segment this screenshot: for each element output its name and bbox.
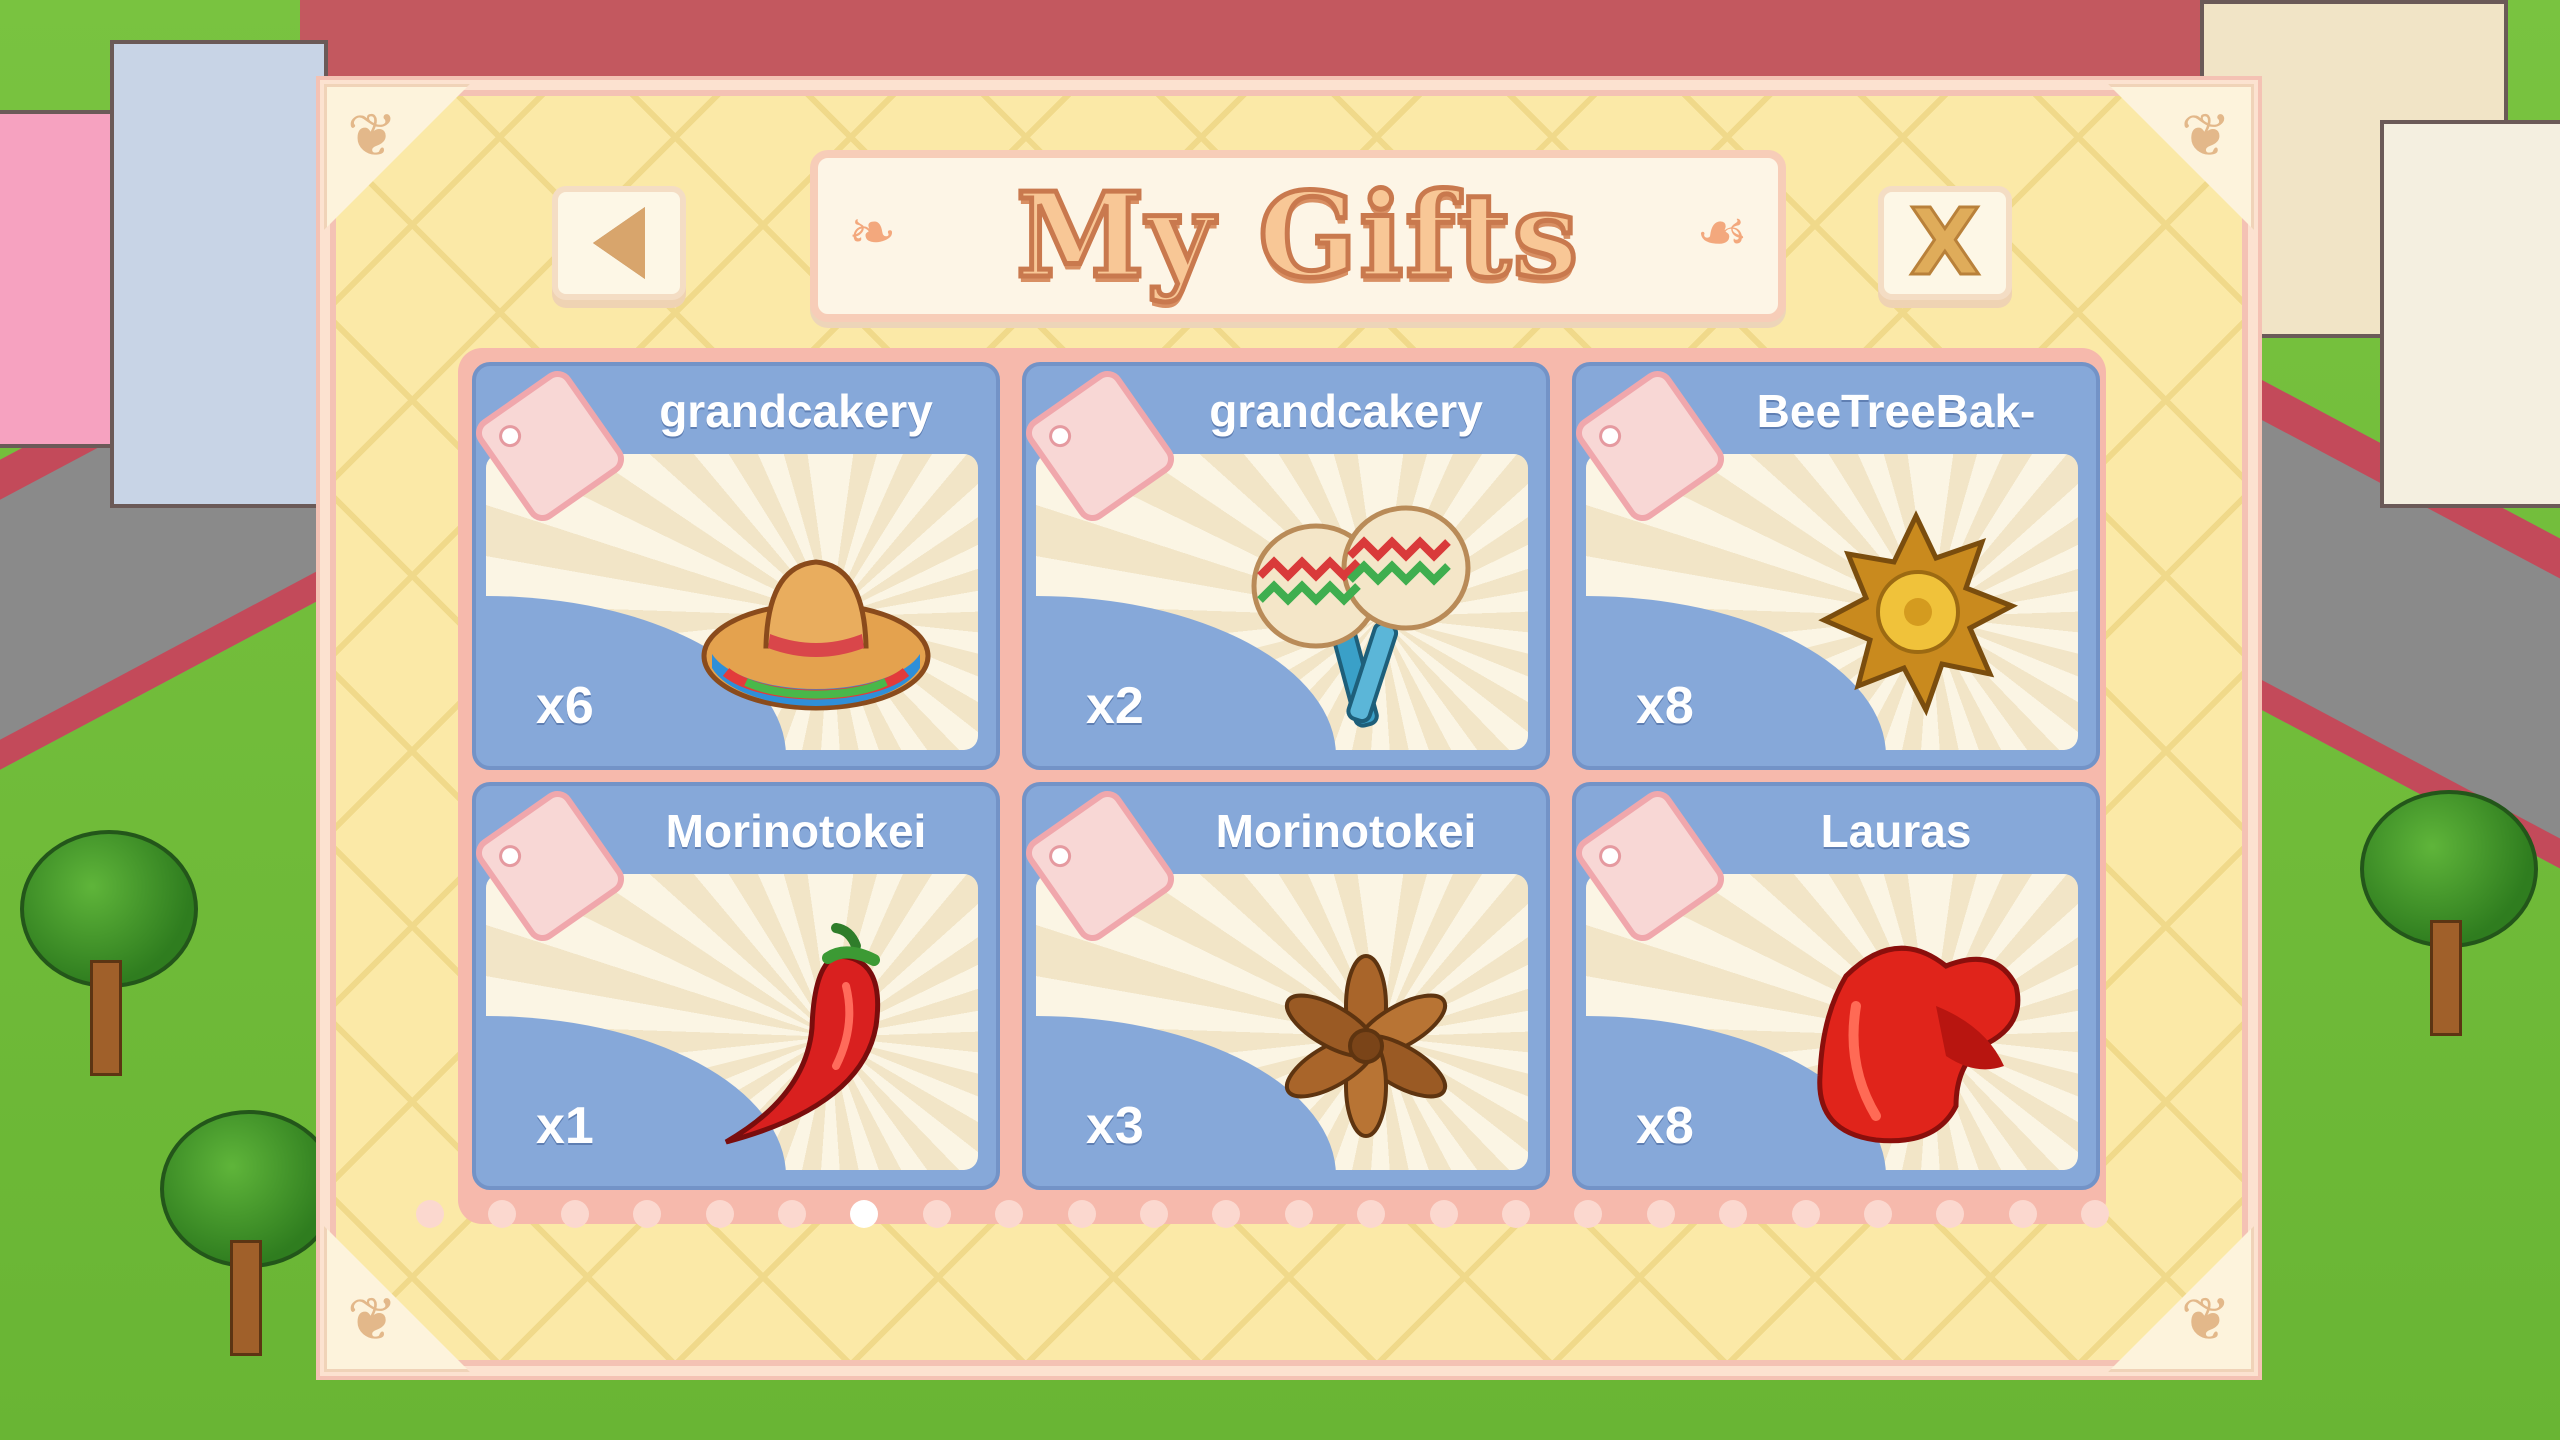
gift-card[interactable]: Morinotokei x1 bbox=[472, 782, 1000, 1190]
page-dot[interactable] bbox=[488, 1200, 517, 1228]
page-dot[interactable] bbox=[1574, 1200, 1603, 1228]
gift-sender: Lauras bbox=[1820, 805, 1972, 857]
page-dot[interactable] bbox=[1284, 1200, 1313, 1228]
flourish-icon: ❧ bbox=[848, 198, 897, 266]
page-dot[interactable] bbox=[995, 1200, 1024, 1228]
gift-card[interactable]: Morinotokei x3 bbox=[1022, 782, 1550, 1190]
page-dot[interactable] bbox=[560, 1200, 589, 1228]
maracas-icon bbox=[1251, 505, 1471, 728]
page-dot[interactable] bbox=[2081, 1200, 2110, 1228]
gift-quantity: x3 bbox=[1086, 1097, 1144, 1155]
page-dot[interactable] bbox=[1719, 1200, 1748, 1228]
corner-ornament: ❦ bbox=[2108, 1226, 2254, 1372]
page-title: My Gifts bbox=[1013, 166, 1581, 307]
star-anise-icon bbox=[1284, 954, 1448, 1138]
building-right-cream bbox=[2380, 120, 2560, 508]
gift-grid: grandcakery x6 grandcakery x2 BeeTreeBak… bbox=[458, 348, 2106, 1224]
gift-sender: Morinotokei bbox=[665, 805, 927, 857]
gift-sender: grandcakery bbox=[659, 385, 933, 437]
corner-ornament: ❦ bbox=[324, 84, 470, 230]
gift-quantity: x8 bbox=[1636, 677, 1694, 735]
close-button[interactable]: X bbox=[1878, 186, 2012, 300]
page-dot[interactable] bbox=[1429, 1200, 1458, 1228]
page-dot[interactable] bbox=[1791, 1200, 1820, 1228]
building-left-grey bbox=[110, 40, 328, 508]
page-dot[interactable] bbox=[922, 1200, 951, 1228]
gift-quantity: x6 bbox=[536, 677, 594, 735]
page-dot[interactable] bbox=[778, 1200, 806, 1228]
page-dot[interactable] bbox=[705, 1200, 734, 1228]
gift-card[interactable]: BeeTreeBak- x8 bbox=[1572, 362, 2100, 770]
page-dot[interactable] bbox=[1936, 1200, 1965, 1228]
golden-flower-icon bbox=[1818, 510, 2019, 717]
page-dot[interactable] bbox=[1212, 1200, 1241, 1228]
gift-sender: grandcakery bbox=[1209, 385, 1483, 437]
gift-sender: Morinotokei bbox=[1215, 805, 1477, 857]
my-gifts-dialog: ❦ ❦ ❦ ❦ ❧ My Gifts ☙ X grandcakery x6 gr… bbox=[320, 80, 2258, 1376]
page-dot[interactable] bbox=[633, 1200, 662, 1228]
page-dot[interactable] bbox=[850, 1200, 879, 1228]
corner-ornament: ❦ bbox=[2108, 84, 2254, 230]
red-pepper-icon bbox=[1817, 945, 2021, 1144]
page-dot[interactable] bbox=[1140, 1200, 1168, 1228]
gift-quantity: x2 bbox=[1086, 677, 1144, 735]
page-indicator bbox=[330, 1200, 2248, 1240]
close-icon: X bbox=[1908, 189, 1982, 296]
page-dot[interactable] bbox=[2008, 1200, 2037, 1228]
back-button[interactable] bbox=[552, 186, 686, 300]
gift-quantity: x1 bbox=[536, 1097, 594, 1155]
page-dot[interactable] bbox=[1502, 1200, 1530, 1228]
page-dot[interactable] bbox=[416, 1200, 444, 1228]
gift-quantity: x8 bbox=[1636, 1097, 1694, 1155]
gift-sender: BeeTreeBak- bbox=[1756, 385, 2036, 437]
flourish-icon: ☙ bbox=[1696, 198, 1748, 266]
page-dot[interactable] bbox=[1864, 1200, 1892, 1228]
corner-ornament: ❦ bbox=[324, 1226, 470, 1372]
gift-card[interactable]: grandcakery x6 bbox=[472, 362, 1000, 770]
gift-card[interactable]: Lauras x8 bbox=[1572, 782, 2100, 1190]
page-dot[interactable] bbox=[1067, 1200, 1096, 1228]
chili-pepper-icon bbox=[724, 923, 881, 1145]
title-banner: ❧ My Gifts ☙ bbox=[810, 150, 1786, 322]
page-dot[interactable] bbox=[1357, 1200, 1386, 1228]
back-arrow-icon bbox=[593, 207, 645, 279]
page-dot[interactable] bbox=[1646, 1200, 1675, 1228]
gift-card[interactable]: grandcakery x2 bbox=[1022, 362, 1550, 770]
sombrero-icon bbox=[701, 559, 931, 711]
